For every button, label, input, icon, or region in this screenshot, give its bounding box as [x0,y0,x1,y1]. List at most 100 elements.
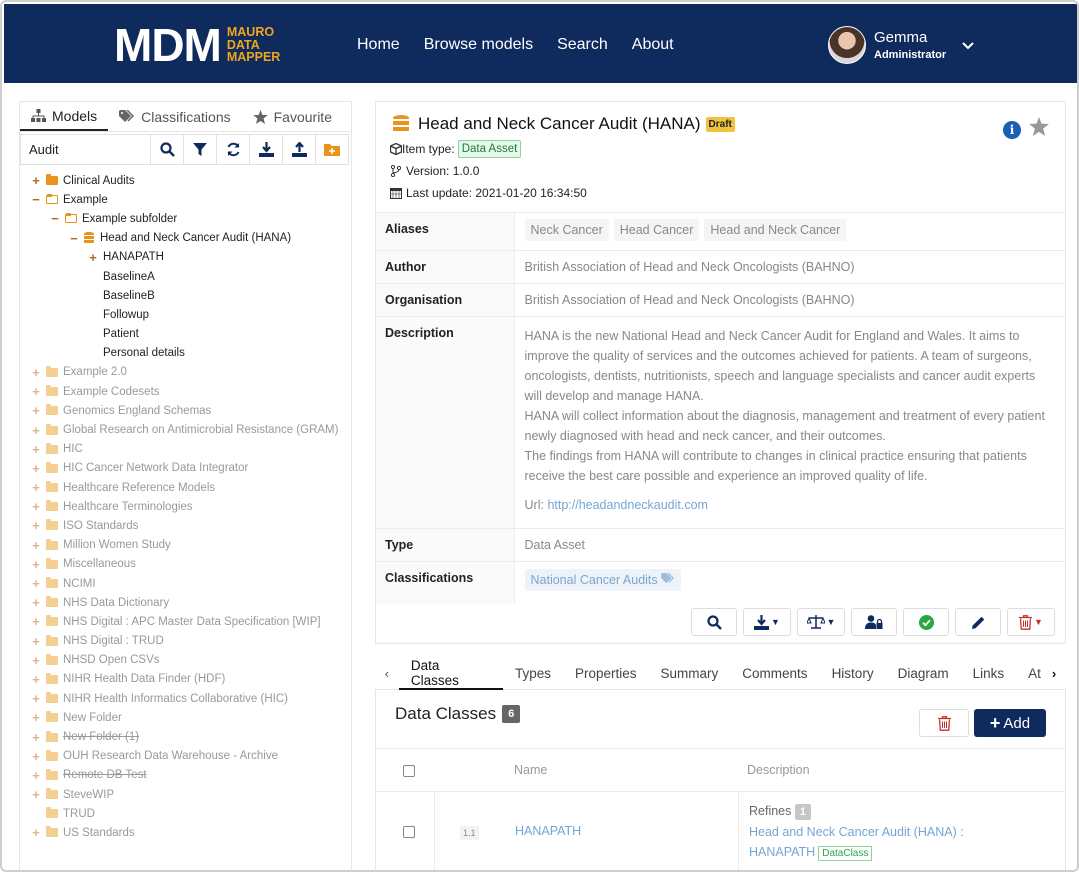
expand-icon[interactable]: + [30,365,42,380]
refined-class-link[interactable]: HANAPATH [749,845,815,859]
tree-node[interactable]: + NIHR Health Data Finder (HDF) [20,670,351,689]
tree-node[interactable]: Followup [20,305,351,324]
finalise-button[interactable] [903,608,949,636]
expand-icon[interactable]: + [30,634,42,649]
url-link[interactable]: http://headandneckaudit.com [547,498,708,512]
user-menu[interactable]: Gemma Administrator [828,26,974,64]
tree-node[interactable]: − Head and Neck Cancer Audit (HANA) [20,229,351,248]
tree-node[interactable]: − Example subfolder [20,209,351,228]
expand-icon[interactable]: + [30,480,42,495]
expand-icon[interactable]: + [87,250,99,265]
tree-node[interactable]: + Healthcare Reference Models [20,478,351,497]
tree-node[interactable]: TRUD [20,804,351,823]
expand-icon[interactable]: + [30,557,42,572]
expand-icon[interactable]: + [30,595,42,610]
add-folder-button[interactable] [316,134,349,165]
tab-types[interactable]: Types [503,658,563,690]
tree-node[interactable]: + HANAPATH [20,248,351,267]
nav-about[interactable]: About [632,36,674,54]
filter-button[interactable] [184,134,217,165]
tree-node[interactable]: + SteveWIP [20,785,351,804]
row-checkbox[interactable] [403,826,415,838]
add-button[interactable]: + Add [974,709,1046,737]
tree-node[interactable]: + US Standards [20,823,351,842]
tree-node[interactable]: + HIC Cancer Network Data Integrator [20,459,351,478]
tab-classifications[interactable]: Classifications [108,102,241,131]
tab-diagram[interactable]: Diagram [886,658,961,690]
chevron-left-icon[interactable]: ‹ [375,666,399,681]
tree-node[interactable]: + New Folder [20,708,351,727]
import-button[interactable] [250,134,283,165]
delete-button[interactable] [919,709,969,737]
expand-icon[interactable]: + [30,518,42,533]
chevron-down-icon[interactable] [962,37,974,53]
expand-icon[interactable]: + [30,499,42,514]
tree-node[interactable]: BaselineA [20,267,351,286]
nav-search[interactable]: Search [557,36,608,54]
tab-comments[interactable]: Comments [730,658,819,690]
tree-node[interactable]: + Clinical Audits [20,171,351,190]
expand-icon[interactable]: + [30,787,42,802]
select-all-checkbox[interactable] [403,765,415,777]
tree-node[interactable]: + Global Research on Antimicrobial Resist… [20,420,351,439]
expand-icon[interactable]: + [30,423,42,438]
tab-links[interactable]: Links [961,658,1017,690]
expand-icon[interactable]: + [30,710,42,725]
tree-node[interactable]: + NCIMI [20,574,351,593]
edit-button[interactable] [955,608,1001,636]
tree-node[interactable]: + Million Women Study [20,536,351,555]
tab-attachments[interactable]: At [1016,658,1042,690]
delete-dropdown-button[interactable]: ▼ [1007,608,1055,636]
tab-history[interactable]: History [820,658,886,690]
tree-node[interactable]: + New Folder (1) [20,727,351,746]
tree-node[interactable]: + Healthcare Terminologies [20,497,351,516]
tree-node[interactable]: + Genomics England Schemas [20,401,351,420]
tab-summary[interactable]: Summary [649,658,731,690]
tree-node[interactable]: + NIHR Health Informatics Collaborative (… [20,689,351,708]
table-row[interactable]: 1.1 HANAPATH Refines 1 Head and Neck Can… [376,792,1065,870]
tree-node[interactable]: + NHS Digital : APC Master Data Specifica… [20,612,351,631]
tree-node[interactable]: + HIC [20,440,351,459]
refined-model-link[interactable]: Head and Neck Cancer Audit (HANA) : [749,822,964,842]
expand-icon[interactable]: + [30,173,42,188]
user-permissions-button[interactable] [851,608,897,636]
expand-icon[interactable]: + [30,768,42,783]
tree-node[interactable]: + NHSD Open CSVs [20,651,351,670]
export-button[interactable] [283,134,316,165]
nav-browse-models[interactable]: Browse models [424,36,533,54]
nav-home[interactable]: Home [357,36,400,54]
tab-properties[interactable]: Properties [563,658,649,690]
tree-node[interactable]: Patient [20,325,351,344]
tree-node[interactable]: + OUH Research Data Warehouse - Archive [20,747,351,766]
tree-node[interactable]: + NHS Data Dictionary [20,593,351,612]
logo[interactable]: MDM MAURO DATA MAPPER [114,22,280,68]
expand-icon[interactable]: + [30,672,42,687]
tree-node[interactable]: + Remote DB Test [20,766,351,785]
collapse-icon[interactable]: − [30,192,42,207]
tab-data-classes[interactable]: Data Classes [398,658,503,690]
tree-node[interactable]: + NHS Digital : TRUD [20,632,351,651]
expand-icon[interactable]: + [30,384,42,399]
expand-icon[interactable]: + [30,403,42,418]
search-button[interactable] [691,608,737,636]
favourite-star-icon[interactable] [1029,116,1049,142]
expand-icon[interactable]: + [30,653,42,668]
search-button[interactable] [151,134,184,165]
expand-icon[interactable]: + [30,730,42,745]
compare-dropdown-button[interactable]: ▼ [797,608,845,636]
collapse-icon[interactable]: − [68,231,80,246]
expand-icon[interactable]: + [30,614,42,629]
data-class-name-link[interactable]: HANAPATH [515,824,581,838]
collapse-icon[interactable]: − [49,211,61,226]
chevron-right-icon[interactable]: › [1042,666,1066,681]
tree-node[interactable]: + Miscellaneous [20,555,351,574]
tree-node[interactable]: − Example [20,190,351,209]
tree-node[interactable]: + Example 2.0 [20,363,351,382]
classification-chip[interactable]: National Cancer Audits [524,569,682,591]
info-icon[interactable]: i [1003,121,1021,139]
tree-node[interactable]: + ISO Standards [20,516,351,535]
tree-node[interactable]: + Example Codesets [20,382,351,401]
tab-models[interactable]: Models [20,102,109,131]
download-dropdown-button[interactable]: ▼ [743,608,791,636]
tab-favourite[interactable]: Favourite [242,102,343,131]
